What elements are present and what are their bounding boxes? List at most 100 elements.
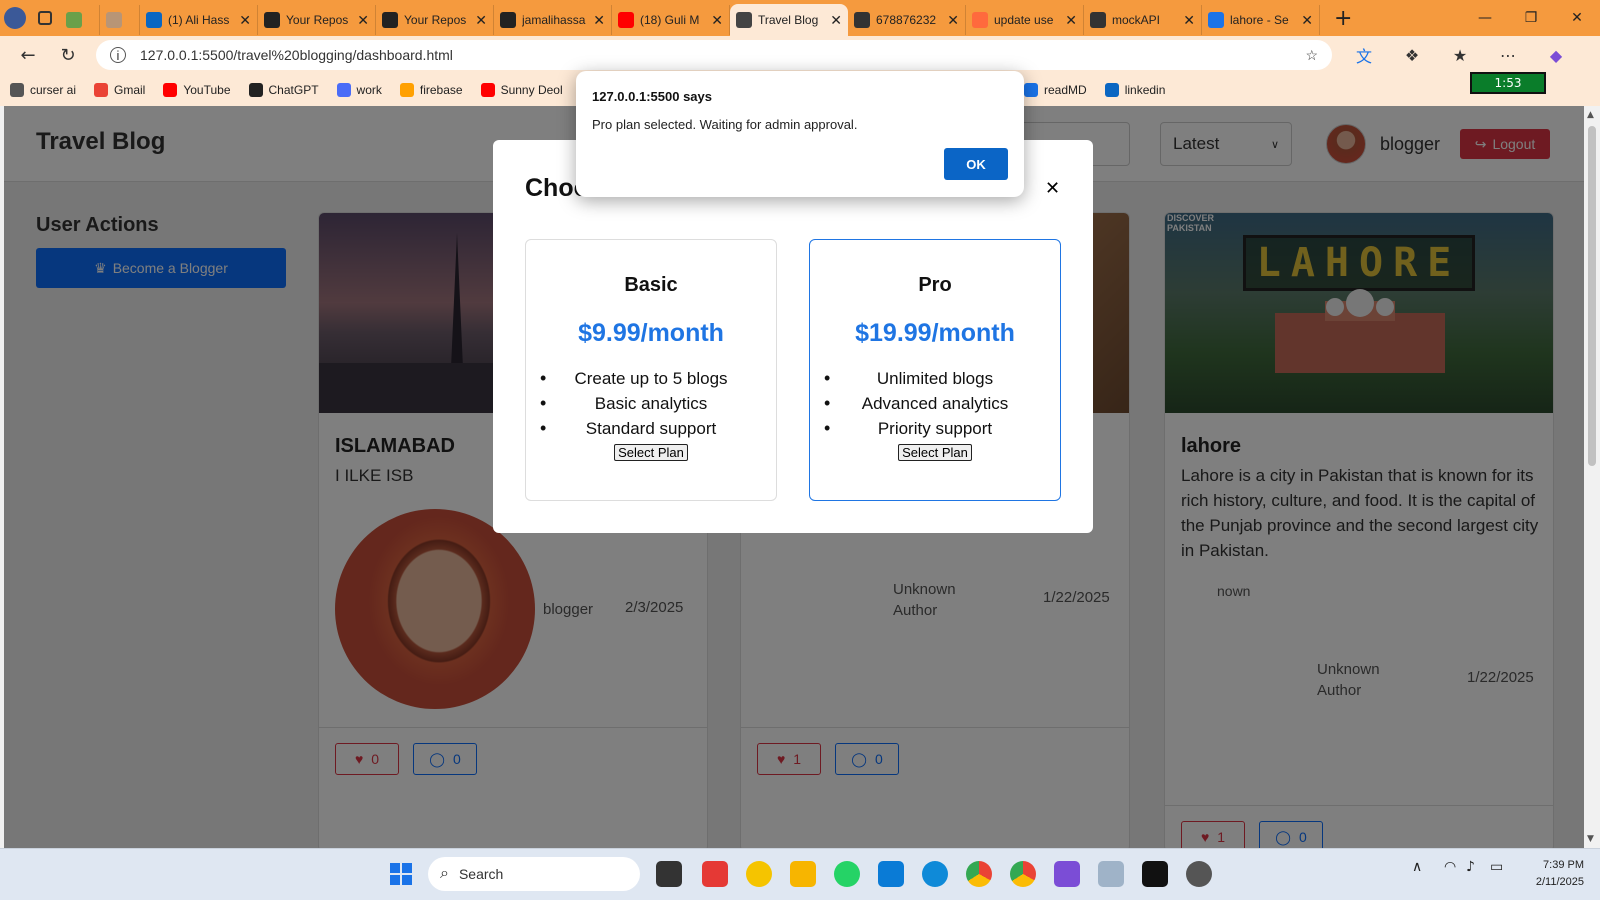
- tab-close-icon[interactable]: ✕: [357, 12, 369, 29]
- tab[interactable]: [100, 5, 140, 35]
- bookmark-icon: [480, 83, 495, 97]
- capcut-icon[interactable]: [1142, 861, 1168, 887]
- close-window-button[interactable]: ✕: [1554, 0, 1600, 36]
- bookmark-item[interactable]: Sunny Deol: [480, 83, 563, 97]
- plan-price: $9.99/month: [578, 319, 724, 347]
- chevron-up-icon[interactable]: ∧: [1412, 859, 1422, 875]
- bookmark-item[interactable]: readMD: [1024, 83, 1087, 97]
- back-button[interactable]: ←: [16, 45, 40, 66]
- wifi-icon[interactable]: ◠: [1444, 859, 1456, 875]
- tab[interactable]: (1) Ali Hass ✕: [140, 5, 258, 35]
- tab-close-icon[interactable]: ✕: [593, 12, 605, 29]
- plan-features: Create up to 5 blogs Basic analytics Sta…: [526, 366, 776, 441]
- reload-button[interactable]: ↻: [56, 45, 80, 66]
- bookmark-label: YouTube: [183, 83, 231, 97]
- copilot-icon[interactable]: ◆: [1540, 46, 1572, 65]
- scrollbar-thumb[interactable]: [1588, 126, 1596, 466]
- tab-close-icon[interactable]: ✕: [1183, 12, 1195, 29]
- tab[interactable]: (18) Guli M ✕: [612, 5, 730, 35]
- tab[interactable]: Your Repos ✕: [376, 5, 494, 35]
- tab-close-icon[interactable]: ✕: [830, 12, 842, 29]
- tab-close-icon[interactable]: ✕: [1301, 12, 1313, 29]
- volume-icon[interactable]: ♪: [1466, 859, 1475, 875]
- bookmark-label: firebase: [419, 83, 463, 97]
- bookmark-icon: [163, 83, 178, 97]
- tab[interactable]: 678876232 ✕: [848, 5, 966, 35]
- tab-close-icon[interactable]: ✕: [947, 12, 959, 29]
- plan-name: Pro: [918, 274, 952, 296]
- chrome-icon[interactable]: [966, 861, 992, 887]
- tab-actions-icon: [38, 11, 52, 25]
- tab[interactable]: lahore - Se ✕: [1202, 5, 1320, 35]
- tab-favicon-icon: [1090, 12, 1106, 28]
- taskbar-clock[interactable]: 7:39 PM 2/11/2025: [1524, 857, 1584, 891]
- taskbar-date: 2/11/2025: [1535, 876, 1584, 888]
- select-plan-button[interactable]: Select Plan: [898, 444, 972, 461]
- bookmark-icon: [1024, 83, 1038, 97]
- vscode-icon[interactable]: [878, 861, 904, 887]
- minimize-button[interactable]: —: [1462, 0, 1508, 36]
- tab-favicon-icon: [1208, 12, 1224, 28]
- plan-price: $19.99/month: [855, 319, 1015, 347]
- chrome-profile-icon[interactable]: [1010, 861, 1036, 887]
- tab[interactable]: Your Repos ✕: [258, 5, 376, 35]
- scroll-down-arrow[interactable]: ▼: [1587, 834, 1594, 844]
- file-explorer-icon[interactable]: [790, 861, 816, 887]
- photos-icon[interactable]: [1098, 861, 1124, 887]
- tab-close-icon[interactable]: ✕: [239, 12, 251, 29]
- site-info-icon[interactable]: i: [110, 47, 126, 63]
- battery-icon[interactable]: ▭: [1490, 859, 1503, 875]
- page-scrollbar[interactable]: ▲ ▼: [1584, 106, 1600, 848]
- tab-close-icon[interactable]: ✕: [711, 12, 723, 29]
- bookmark-label: ChatGPT: [268, 83, 319, 97]
- bookmark-item[interactable]: YouTube: [163, 83, 231, 97]
- start-button[interactable]: [390, 863, 412, 885]
- profile-avatar[interactable]: [0, 0, 30, 36]
- restore-button[interactable]: ❐: [1508, 0, 1554, 36]
- terminal-app-icon[interactable]: [656, 861, 682, 887]
- tab-active[interactable]: Travel Blog ✕: [730, 4, 848, 36]
- tab-close-icon[interactable]: ✕: [475, 12, 487, 29]
- select-plan-button[interactable]: Select Plan: [614, 444, 688, 461]
- tab-actions-button[interactable]: [30, 0, 60, 36]
- new-tab-button[interactable]: +: [1320, 6, 1366, 31]
- tab[interactable]: jamalihassa ✕: [494, 5, 612, 35]
- tab-title: update use: [994, 13, 1054, 27]
- tab-close-icon[interactable]: ✕: [1065, 12, 1077, 29]
- alert-ok-button[interactable]: OK: [944, 148, 1008, 180]
- bookmark-item[interactable]: ChatGPT: [248, 83, 319, 97]
- close-icon[interactable]: ✕: [1045, 178, 1060, 199]
- bookmark-icon: [10, 83, 24, 97]
- favorites-icon[interactable]: ★: [1444, 46, 1476, 65]
- whatsapp-icon[interactable]: [834, 861, 860, 887]
- bookmark-item[interactable]: curser ai: [10, 83, 76, 97]
- bookmark-label: Gmail: [114, 83, 146, 97]
- bookmark-item[interactable]: Gmail: [94, 83, 145, 97]
- tab-favicon-icon: [500, 12, 516, 28]
- plan-feature: Advanced analytics: [810, 391, 1060, 416]
- anydesk-app-icon[interactable]: [702, 861, 728, 887]
- clock-app-icon[interactable]: [1186, 861, 1212, 887]
- bookmark-item[interactable]: firebase: [399, 83, 463, 97]
- bookmark-label: linkedin: [1124, 83, 1166, 97]
- tab[interactable]: [60, 5, 100, 35]
- visual-studio-icon[interactable]: [1054, 861, 1080, 887]
- plan-feature: Create up to 5 blogs: [526, 366, 776, 391]
- tab-favicon-icon: [972, 12, 988, 28]
- tab[interactable]: mockAPI ✕: [1084, 5, 1202, 35]
- translate-icon[interactable]: 文: [1348, 43, 1380, 67]
- bookmark-item[interactable]: linkedin: [1104, 83, 1166, 97]
- plan-card-basic: Basic $9.99/month Create up to 5 blogs B…: [525, 239, 777, 501]
- tab-title: Your Repos: [404, 13, 467, 27]
- chat-app-icon[interactable]: [746, 861, 772, 887]
- plan-feature: Priority support: [810, 416, 1060, 441]
- menu-icon[interactable]: ⋯: [1492, 46, 1524, 65]
- tab[interactable]: update use ✕: [966, 5, 1084, 35]
- extensions-icon[interactable]: ❖: [1396, 46, 1428, 65]
- bookmark-star-icon[interactable]: ☆: [1305, 47, 1318, 64]
- bookmark-item[interactable]: work: [336, 83, 382, 97]
- scroll-up-arrow[interactable]: ▲: [1587, 110, 1594, 120]
- url-field[interactable]: i 127.0.0.1:5500/travel%20blogging/dashb…: [96, 40, 1332, 70]
- edge-icon[interactable]: [922, 861, 948, 887]
- taskbar-search[interactable]: ⌕ Search: [428, 857, 640, 891]
